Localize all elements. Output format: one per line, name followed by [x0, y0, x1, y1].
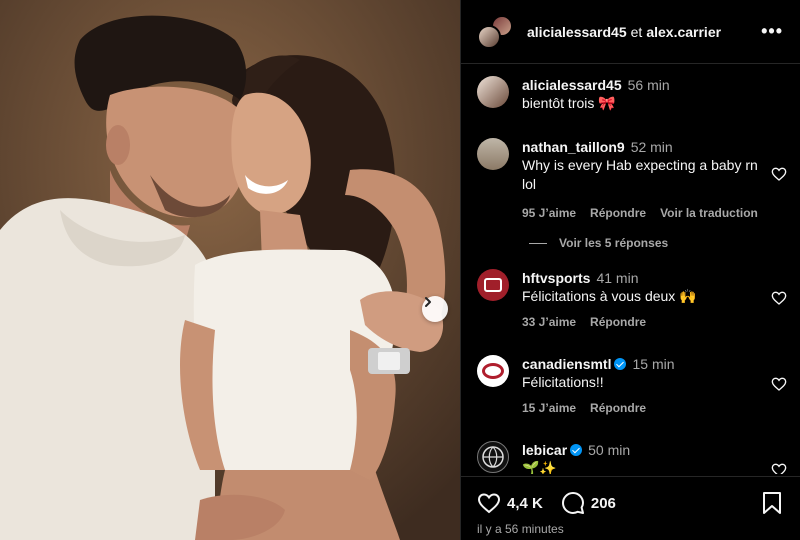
tv-icon — [484, 278, 502, 292]
reply-button[interactable]: Répondre — [590, 315, 646, 329]
comment-username[interactable]: lebicar — [522, 442, 567, 458]
reply-button[interactable]: Répondre — [590, 401, 646, 415]
header-title: alicialessard45 et alex.carrier — [527, 24, 721, 40]
comment-button[interactable]: 206 — [561, 491, 616, 515]
caption-text: bientôt trois 🎀 — [522, 95, 616, 111]
post-timestamp: il y a 56 minutes — [477, 522, 564, 536]
like-heart-icon[interactable] — [771, 166, 787, 182]
chevron-right-icon — [425, 297, 431, 307]
comment-bubble-icon — [561, 492, 584, 514]
globe-icon — [482, 446, 504, 468]
comment-username[interactable]: nathan_taillon9 — [522, 139, 625, 155]
comments-panel: alicialessard45 et alex.carrier ••• alicia… — [460, 0, 800, 540]
view-replies-button[interactable]: Voir les 5 réponses — [529, 236, 668, 250]
avatar[interactable] — [477, 441, 509, 473]
comment-text: Félicitations!! — [522, 374, 604, 390]
avatar[interactable] — [477, 269, 509, 301]
header-conjunction: et — [630, 23, 643, 40]
replies-divider — [529, 242, 547, 244]
avatar[interactable] — [477, 76, 509, 108]
next-photo-button[interactable] — [422, 296, 448, 322]
verified-badge-icon — [570, 444, 583, 456]
more-options-button[interactable]: ••• — [761, 22, 783, 40]
caption-time: 56 min — [627, 77, 670, 93]
comment-time: 41 min — [596, 270, 639, 286]
post-photo — [0, 0, 460, 540]
avatar[interactable] — [477, 355, 509, 387]
comment-text: 🌱✨ — [522, 460, 557, 474]
view-replies-label: Voir les 5 réponses — [559, 236, 669, 250]
reply-button[interactable]: Répondre — [590, 206, 646, 220]
like-heart-icon[interactable] — [771, 462, 787, 474]
caption-username[interactable]: alicialessard45 — [522, 77, 622, 93]
bookmark-icon — [763, 492, 781, 514]
translate-button[interactable]: Voir la traduction — [660, 206, 758, 220]
comment-username[interactable]: canadiensmtl — [522, 356, 611, 372]
comment-time: 50 min — [588, 442, 631, 458]
comment-likes[interactable]: 33 J’aime — [522, 315, 576, 329]
header-user2[interactable]: alex.carrier — [646, 24, 721, 40]
comment-time: 52 min — [630, 139, 673, 155]
like-heart-icon[interactable] — [771, 290, 787, 306]
comment-likes[interactable]: 95 J’aime — [522, 206, 576, 220]
like-button[interactable]: 4,4 K — [477, 491, 543, 515]
comments-list: alicialessard45 56 min bientôt trois 🎀 na… — [461, 64, 800, 474]
verified-badge-icon — [614, 358, 627, 370]
header-avatars[interactable] — [477, 14, 513, 49]
heart-icon — [477, 493, 501, 514]
avatar — [477, 24, 501, 49]
comment-text: Félicitations à vous deux 🙌 — [522, 288, 697, 304]
header-user1[interactable]: alicialessard45 — [527, 24, 627, 40]
likes-count: 4,4 K — [507, 494, 543, 512]
comment-text: Why is every Hab expecting a baby rn lol — [522, 157, 758, 192]
comment-time: 15 min — [632, 356, 675, 372]
like-heart-icon[interactable] — [771, 376, 787, 392]
post-header: alicialessard45 et alex.carrier ••• — [461, 0, 800, 64]
comment-likes[interactable]: 15 J’aime — [522, 401, 576, 415]
more-horizontal-icon: ••• — [761, 21, 783, 41]
couple-photo — [0, 0, 460, 540]
save-button[interactable] — [761, 491, 783, 520]
comments-count: 206 — [590, 494, 616, 512]
avatar[interactable] — [477, 138, 509, 170]
canadiens-logo-icon — [482, 363, 504, 379]
comment-username[interactable]: hftvsports — [522, 270, 590, 286]
post-footer: 4,4 K 206 il y a 56 minutes — [461, 476, 800, 540]
